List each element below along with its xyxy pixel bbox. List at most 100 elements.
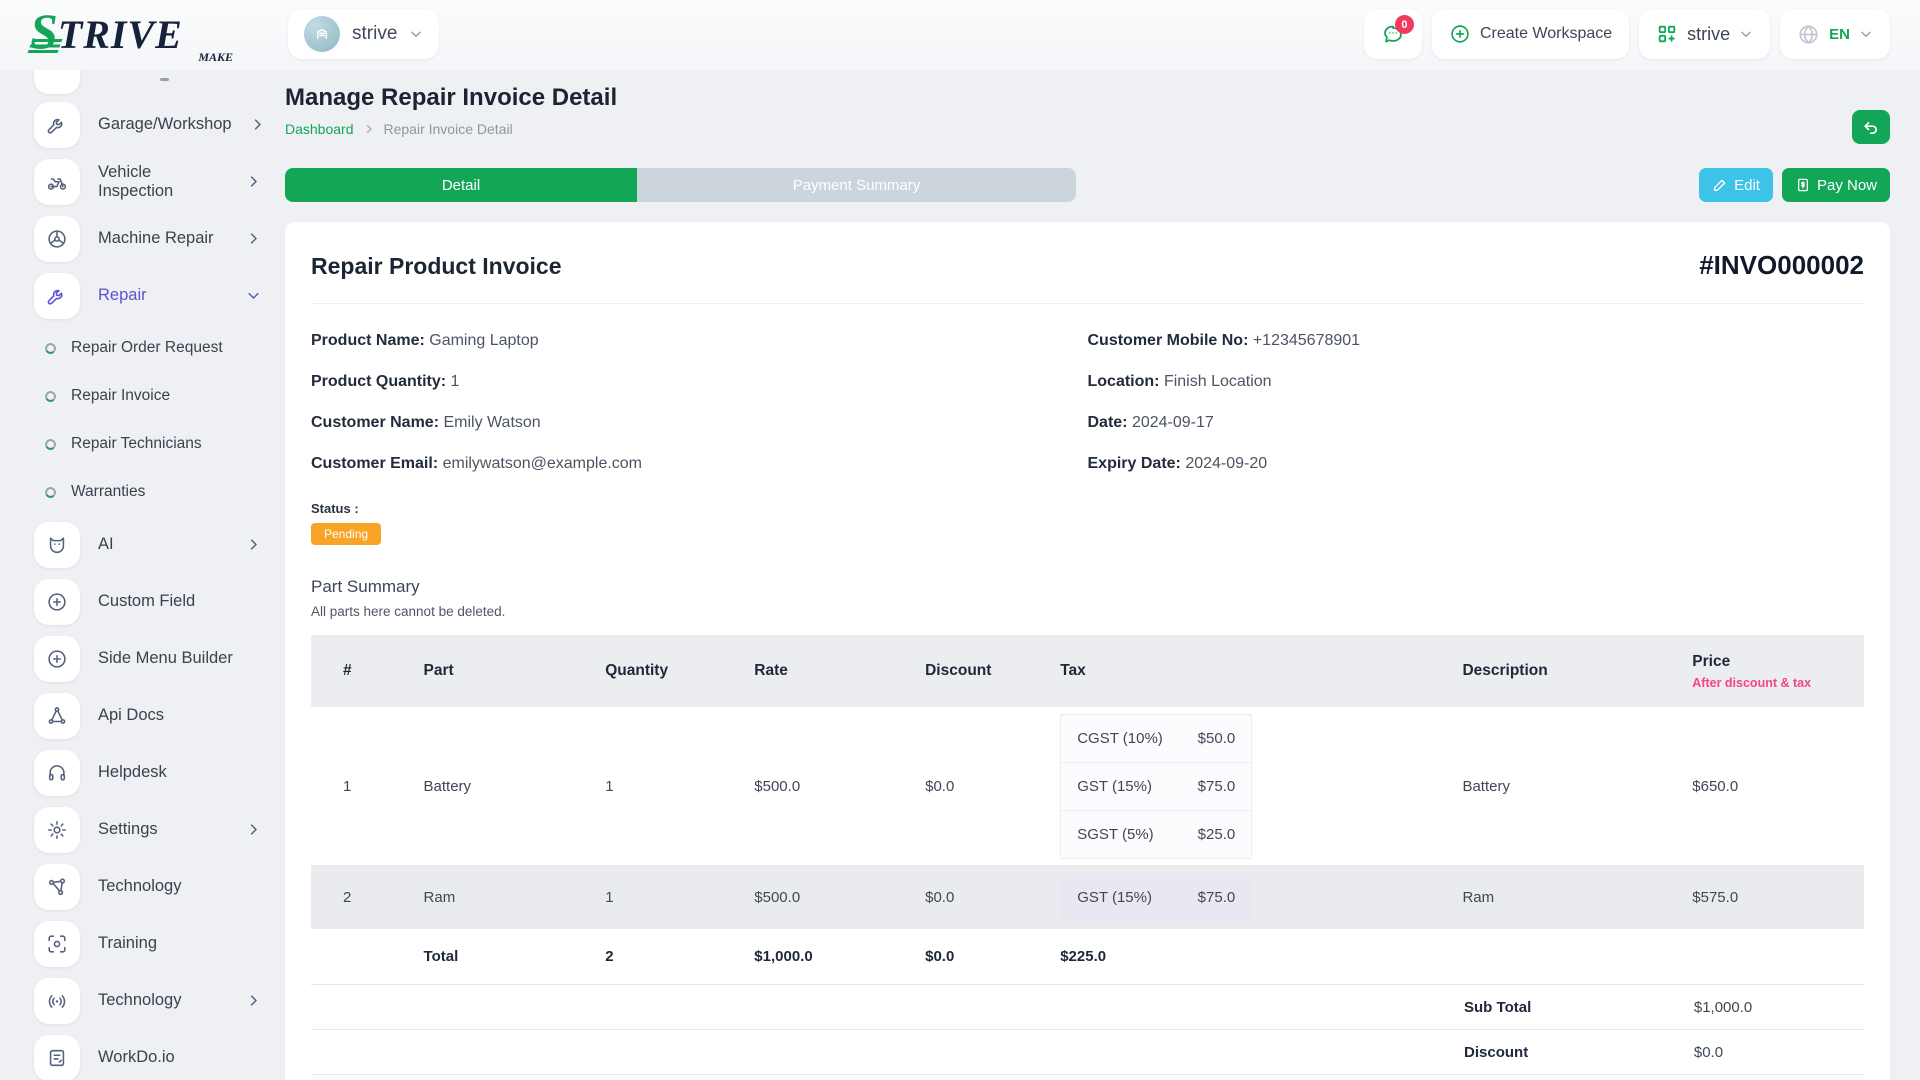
plus-circle-icon	[34, 579, 80, 625]
chevron-right-icon	[250, 117, 265, 132]
sidebar-subitem-label: Repair Technicians	[71, 435, 202, 453]
cell-discount: $0.0	[901, 778, 1036, 795]
total-quantity: 2	[581, 948, 730, 965]
cell-rate: $500.0	[730, 889, 901, 906]
topbar: STRIVE MAKE strive 0 Create Workspace st…	[0, 0, 1920, 70]
sidebar-item-label: Technology	[98, 877, 181, 896]
sidebar-item-label: Settings	[98, 820, 158, 839]
summary-label: Sub Total	[1440, 999, 1670, 1016]
tab-payment-summary[interactable]: Payment Summary	[637, 168, 1076, 202]
cell-discount: $0.0	[901, 889, 1036, 906]
sidebar-item-vehicle-inspection[interactable]: Vehicle Inspection	[34, 153, 285, 210]
table-row-ram: 2 Ram 1 $500.0 $0.0 GST (15%)$75.0 Ram $…	[311, 865, 1864, 929]
sidebar-subitem-label: Warranties	[71, 483, 145, 501]
brand-logo[interactable]: STRIVE MAKE	[30, 6, 245, 65]
tax-box: CGST (10%)$50.0GST (15%)$75.0SGST (5%)$2…	[1060, 714, 1252, 859]
return-button[interactable]	[1852, 110, 1890, 144]
field-location: Location: Finish Location	[1088, 373, 1865, 391]
column-header-rate: Rate	[730, 662, 901, 680]
tax-line: CGST (10%)$50.0	[1061, 715, 1251, 763]
ai-icon	[34, 522, 80, 568]
sidebar-menu: Garage/Workshop Vehicle Inspection Machi…	[34, 96, 285, 1080]
breadcrumb-current: Repair Invoice Detail	[384, 121, 513, 137]
sidebar-subitem-repair-technicians[interactable]: Repair Technicians	[34, 420, 285, 468]
total-label: Total	[400, 948, 582, 965]
sidebar-subitem-warranties[interactable]: Warranties	[34, 468, 285, 516]
chevron-right-icon	[246, 537, 261, 552]
grid-plus-icon	[1656, 23, 1678, 45]
invoice-fields: Product Name: Gaming LaptopProduct Quant…	[311, 332, 1864, 473]
cell-rate: $500.0	[730, 778, 901, 795]
plus-circle-icon	[1449, 23, 1471, 45]
workspace-dropdown[interactable]: strive	[1639, 9, 1770, 59]
column-header-description: Description	[1438, 662, 1668, 680]
cell-description: Ram	[1438, 889, 1668, 906]
breadcrumb: Dashboard Repair Invoice Detail	[285, 121, 617, 137]
sidebar-item-training[interactable]: Training	[34, 915, 285, 972]
sidebar-item-garage-workshop[interactable]: Garage/Workshop	[34, 96, 285, 153]
summary-value: $1,000.0	[1670, 999, 1864, 1016]
invoice-fields-right: Customer Mobile No: +12345678901Location…	[1088, 332, 1865, 473]
cell-price: $575.0	[1668, 889, 1864, 906]
sidebar-item-api-docs[interactable]: Api Docs	[34, 687, 285, 744]
sidebar-item-label: Garage/Workshop	[98, 115, 232, 134]
chevron-right-icon	[246, 822, 261, 837]
chevron-down-icon	[1859, 27, 1873, 41]
create-workspace-button[interactable]: Create Workspace	[1432, 9, 1629, 59]
sidebar-item-technology[interactable]: Technology	[34, 858, 285, 915]
part-summary-note: All parts here cannot be deleted.	[311, 604, 1864, 619]
cell-description: Battery	[1438, 778, 1668, 795]
status-label: Status :	[311, 501, 1864, 516]
sidebar-item-custom-field[interactable]: Custom Field	[34, 573, 285, 630]
cell-quantity: 1	[581, 889, 730, 906]
messages-button[interactable]: 0	[1364, 9, 1422, 59]
sidebar-item-side-menu-builder[interactable]: Side Menu Builder	[34, 630, 285, 687]
sidebar-item-repair[interactable]: Repair	[34, 267, 285, 324]
price-subnote: After discount & tax	[1692, 676, 1864, 690]
sidebar-item-label: Vehicle Inspection	[98, 163, 228, 201]
chevron-down-icon	[1739, 27, 1753, 41]
sidebar-item-settings[interactable]: Settings	[34, 801, 285, 858]
sidebar-item-label: Api Docs	[98, 706, 164, 725]
sidebar-item-workdo-io[interactable]: WorkDo.io	[34, 1029, 285, 1080]
cell-quantity: 1	[581, 778, 730, 795]
sidebar-subitem-repair-order-request[interactable]: Repair Order Request	[34, 324, 285, 372]
column-header-part: Part	[400, 662, 582, 680]
chevron-down-icon	[409, 27, 423, 41]
chevron-right-icon	[246, 231, 261, 246]
breadcrumb-link-dashboard[interactable]: Dashboard	[285, 121, 354, 137]
sidebar-item-helpdesk[interactable]: Helpdesk	[34, 744, 285, 801]
sidebar-item-label: Machine Repair	[98, 229, 214, 248]
sidebar-item-machine-repair[interactable]: Machine Repair	[34, 210, 285, 267]
chevron-down-icon	[246, 288, 261, 303]
chevron-right-icon	[246, 993, 261, 1008]
sidebar-item-label: Technology	[98, 991, 181, 1010]
column-header-: #	[311, 662, 400, 680]
tax-box: GST (15%)$75.0	[1060, 873, 1252, 922]
sidebar-item-ai[interactable]: AI	[34, 516, 285, 573]
sidebar-item-label: AI	[98, 535, 114, 554]
machine-icon	[34, 216, 80, 262]
language-selector[interactable]: EN	[1780, 9, 1890, 59]
sidebar-subitem-repair-invoice[interactable]: Repair Invoice	[34, 372, 285, 420]
bullet-icon	[45, 439, 56, 450]
target-icon	[34, 921, 80, 967]
chevron-right-icon	[246, 174, 261, 189]
summary-value: $0.0	[1670, 1044, 1864, 1061]
tab-detail[interactable]: Detail	[285, 168, 637, 202]
pay-now-button[interactable]: Pay Now	[1782, 168, 1890, 202]
invoice-fields-left: Product Name: Gaming LaptopProduct Quant…	[311, 332, 1088, 473]
cell-part: Battery	[400, 778, 582, 795]
cell-part: Ram	[400, 889, 582, 906]
part-summary-title: Part Summary	[311, 577, 1864, 597]
table-total-row: Total 2 $1,000.0 $0.0 $225.0	[311, 929, 1864, 985]
total-rate: $1,000.0	[730, 948, 901, 965]
edit-button[interactable]: Edit	[1699, 168, 1773, 202]
breadcrumb-separator-icon	[363, 123, 375, 135]
total-discount: $0.0	[901, 948, 1036, 965]
page-title: Manage Repair Invoice Detail	[285, 84, 617, 112]
sidebar-item-technology[interactable]: Technology	[34, 972, 285, 1029]
workspace-switcher[interactable]: strive	[288, 9, 439, 59]
signal-icon	[34, 978, 80, 1024]
workspace-name: strive	[352, 23, 397, 45]
